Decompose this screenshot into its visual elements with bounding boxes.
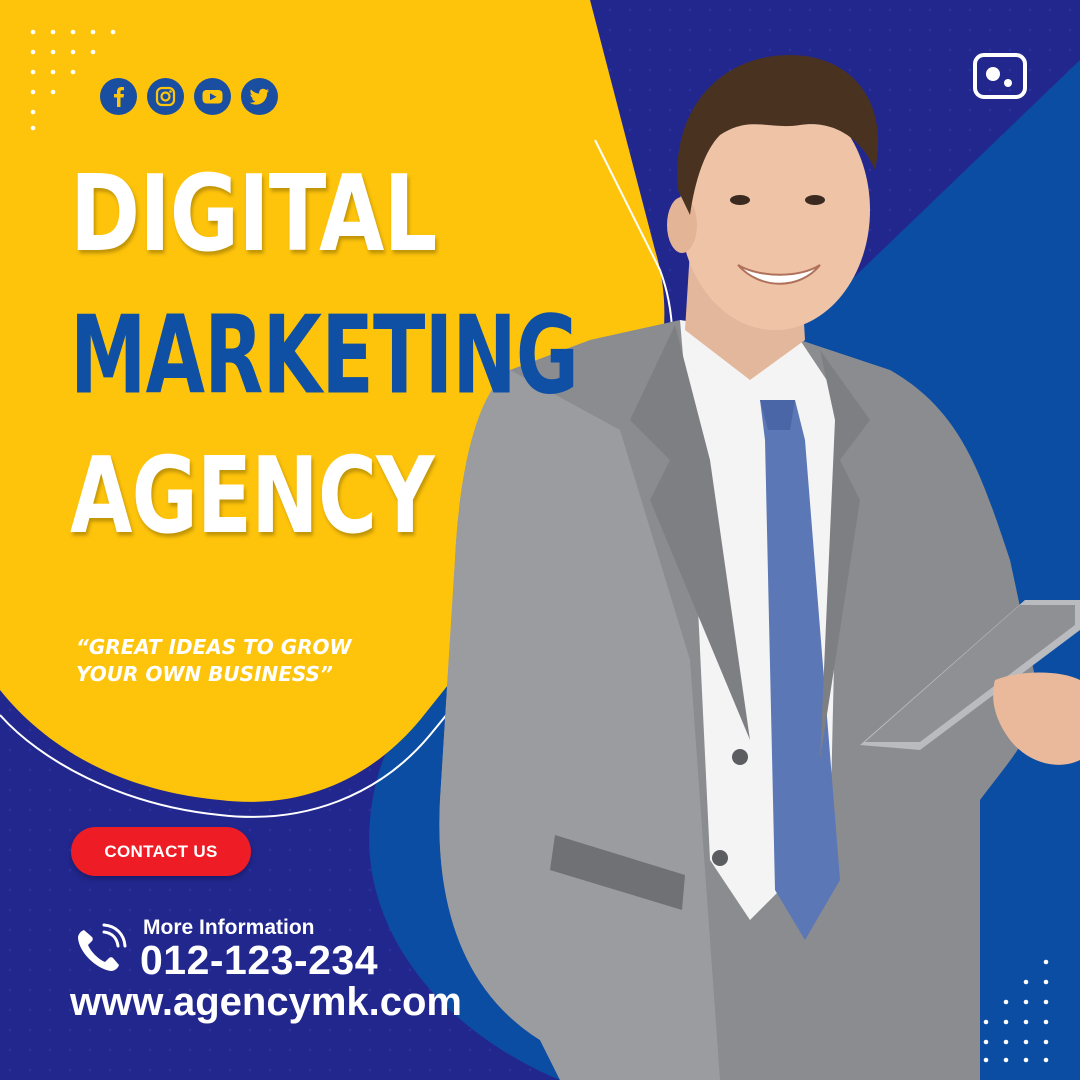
businessman-photo	[439, 55, 1080, 1080]
headline-line-1: DIGITAL	[70, 152, 437, 276]
twitter-icon[interactable]	[241, 78, 278, 115]
brand-logo-icon	[973, 53, 1027, 99]
phone-icon	[78, 923, 127, 971]
social-icons-row	[100, 78, 278, 115]
tagline-line-2: YOUR OWN BUSINESS”	[76, 662, 333, 686]
youtube-icon[interactable]	[194, 78, 231, 115]
tagline-line-1: “GREAT IDEAS TO GROW	[76, 635, 352, 659]
website-link[interactable]: www.agencymk.com	[70, 980, 462, 1025]
headline-line-2: MARKETING	[70, 293, 579, 419]
poster: DIGITAL MARKETING AGENCY “GREAT IDEAS TO…	[0, 0, 1080, 1080]
instagram-icon[interactable]	[147, 78, 184, 115]
tagline: “GREAT IDEAS TO GROW YOUR OWN BUSINESS”	[76, 634, 352, 688]
facebook-icon[interactable]	[100, 78, 137, 115]
phone-number[interactable]: 012-123-234	[140, 937, 378, 984]
headline-line-3: AGENCY	[70, 434, 435, 558]
contact-us-button[interactable]: CONTACT US	[71, 827, 251, 876]
